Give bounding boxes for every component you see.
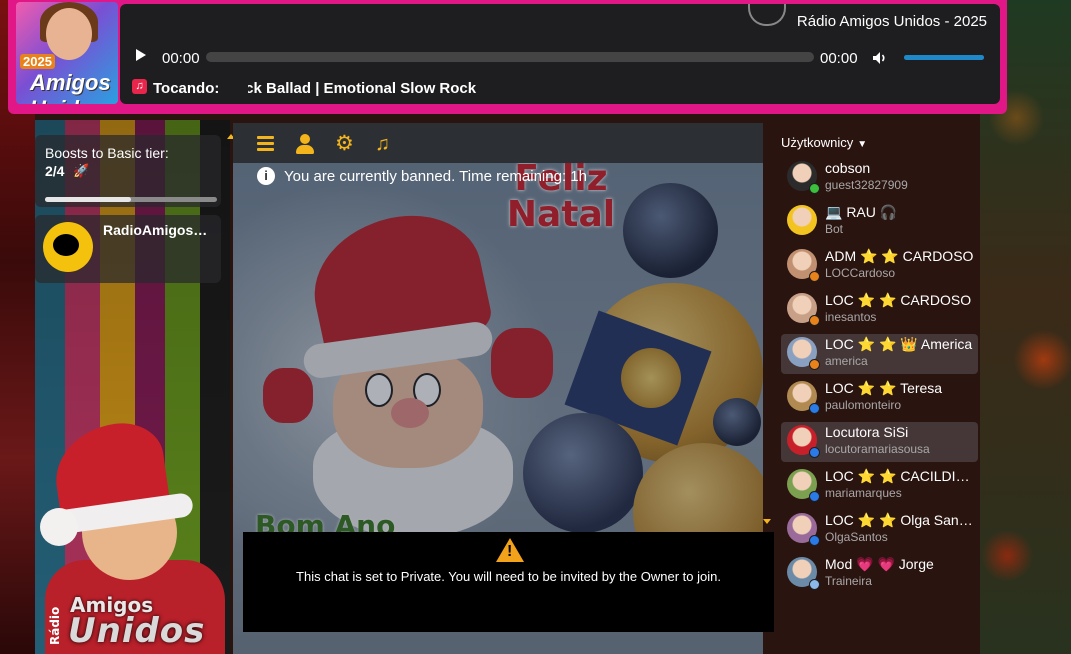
boosts-title: Boosts to Basic tier:	[45, 145, 169, 161]
user-name: LOC ⭐ ⭐ Olga Santos	[825, 512, 975, 528]
player-controls-panel: Rádio Amigos Unidos - 2025 00:00 00:00 ♫…	[120, 4, 1000, 104]
menu-icon[interactable]	[255, 133, 277, 155]
status-dot-icon	[809, 447, 820, 458]
chevron-down-icon: ▼	[857, 139, 868, 150]
boosts-card: Boosts to Basic tier: 2/4 🚀	[35, 135, 221, 207]
users-header-label: Użytkownicy	[781, 135, 854, 150]
user-list-panel: Użytkownicy ▼ cobson guest32827909 💻 RAU 🎧 B…	[778, 130, 983, 654]
volume-slider[interactable]	[904, 55, 984, 60]
hook-decoration	[748, 4, 786, 26]
background-logo-line2: Unidos	[68, 611, 206, 651]
status-dot-icon	[809, 535, 820, 546]
user-username: OlgaSantos	[825, 530, 888, 544]
ban-message: You are currently banned. Time remaining…	[284, 167, 587, 185]
album-art: 2025 Amigos Unidos	[16, 2, 118, 104]
user-list-item[interactable]: LOC ⭐ ⭐ CACILDINHA mariamarques	[781, 466, 978, 506]
room-name: RadioAmigosUnidos	[103, 222, 213, 238]
music-icon[interactable]: ♫	[375, 133, 397, 155]
music-note-icon: ♫	[132, 79, 147, 94]
user-name: Locutora SiSi	[825, 424, 909, 440]
ban-notice: i You are currently banned. Time remaini…	[257, 165, 587, 187]
chat-scroll-arrow-icon[interactable]	[763, 517, 771, 525]
user-list-item[interactable]: 💻 RAU 🎧 Bot	[781, 202, 978, 242]
status-dot-icon	[809, 403, 820, 414]
user-list-item[interactable]: LOC ⭐ ⭐ CARDOSO inesantos	[781, 290, 978, 330]
user-name: LOC ⭐ ⭐ Teresa	[825, 380, 943, 396]
avatar	[787, 205, 817, 235]
now-playing-label: Tocando:	[153, 80, 220, 97]
user-list-item[interactable]: LOC ⭐ ⭐ Olga Santos OlgaSantos	[781, 510, 978, 550]
private-chat-message: This chat is set to Private. You will ne…	[296, 569, 721, 584]
now-playing-track-text: ock Ballad | Emotional Slow Rock	[248, 80, 477, 97]
progress-bar[interactable]	[206, 52, 814, 62]
current-time: 00:00	[162, 50, 200, 67]
radio-player: 2025 Amigos Unidos Rádio Amigos Unidos -…	[8, 0, 1007, 114]
user-username: mariamarques	[825, 486, 902, 500]
user-username: Traineira	[825, 574, 872, 588]
room-chat-icon	[43, 222, 93, 272]
user-list-item[interactable]: ADM ⭐ ⭐ CARDOSO LOCCardoso	[781, 246, 978, 286]
room-card[interactable]: RadioAmigosUnidos	[35, 215, 221, 283]
boosts-progress-fill	[45, 197, 131, 202]
user-username: locutoramariasousa	[825, 442, 930, 456]
warning-icon	[496, 538, 524, 562]
user-name: LOC ⭐ ⭐ CARDOSO	[825, 292, 972, 308]
album-title: Amigos Unidos	[30, 70, 111, 104]
user-name: Mod 💗 💗 Jorge	[825, 556, 934, 572]
album-art-face	[46, 8, 92, 60]
status-dot-icon	[809, 271, 820, 282]
user-list-item[interactable]: cobson guest32827909	[781, 158, 978, 198]
user-username: Bot	[825, 222, 844, 236]
status-dot-icon	[809, 315, 820, 326]
user-list-item[interactable]: Mod 💗 💗 Jorge Traineira	[781, 554, 978, 594]
status-dot-icon	[809, 183, 820, 194]
user-username: inesantos	[825, 310, 877, 324]
info-icon: i	[257, 167, 275, 185]
user-name: cobson	[825, 160, 871, 176]
user-username: paulomonteiro	[825, 398, 902, 412]
user-name: 💻 RAU 🎧	[825, 204, 898, 220]
user-name: LOC ⭐ ⭐ 👑 America	[825, 336, 973, 352]
boosts-progress	[45, 197, 217, 202]
users-dropdown[interactable]: Użytkownicy ▼	[781, 135, 867, 150]
background-boy-pompom	[40, 508, 78, 546]
gear-icon[interactable]: ⚙	[335, 133, 357, 155]
user-list-item[interactable]: Locutora SiSi locutoramariasousa	[781, 422, 978, 462]
status-dot-icon	[809, 579, 820, 590]
left-scroll-arrow-icon[interactable]	[227, 134, 235, 654]
station-title: Rádio Amigos Unidos - 2025	[796, 13, 987, 30]
private-chat-notice: This chat is set to Private. You will ne…	[243, 532, 774, 632]
now-playing-track: ock Ballad | Emotional Slow Rock	[248, 80, 548, 97]
album-year: 2025	[20, 54, 55, 69]
user-name: LOC ⭐ ⭐ CACILDINHA	[825, 468, 975, 484]
rocket-icon: 🚀	[73, 163, 90, 178]
chat-toolbar: ⚙ ♫	[233, 123, 763, 163]
user-username: guest32827909	[825, 178, 908, 192]
background-logo-side: Rádio	[48, 606, 62, 645]
user-icon[interactable]	[295, 133, 317, 155]
play-button[interactable]	[134, 48, 148, 62]
background-logo: Amigos Unidos Rádio	[48, 575, 228, 651]
user-name: ADM ⭐ ⭐ CARDOSO	[825, 248, 974, 264]
volume-icon[interactable]	[872, 51, 888, 65]
user-username: LOCCardoso	[825, 266, 896, 280]
boosts-count: 2/4	[45, 163, 65, 179]
duration: 00:00	[820, 50, 858, 67]
user-username: america	[825, 354, 868, 368]
volume-level	[904, 55, 984, 60]
status-dot-icon	[809, 491, 820, 502]
status-dot-icon	[809, 359, 820, 370]
user-list-item[interactable]: LOC ⭐ ⭐ Teresa paulomonteiro	[781, 378, 978, 418]
user-list-item[interactable]: LOC ⭐ ⭐ 👑 America america	[781, 334, 978, 374]
